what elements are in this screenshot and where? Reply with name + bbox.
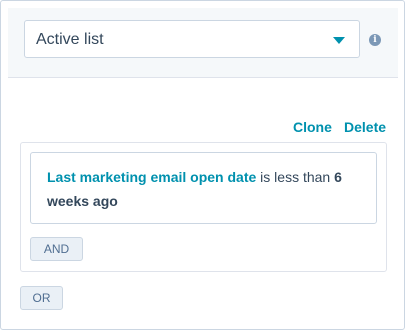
filter-value-unit: weeks ago <box>47 193 118 209</box>
filter-group: Last marketing email open date is less t… <box>20 142 387 272</box>
clone-link[interactable]: Clone <box>293 118 332 136</box>
filter-operator: is less than <box>256 169 335 185</box>
divider <box>8 77 398 78</box>
filter-condition-card[interactable]: Last marketing email open date is less t… <box>30 152 377 224</box>
list-type-value: Active list <box>36 31 104 48</box>
add-or-filter-button[interactable]: OR <box>20 286 63 310</box>
filter-value-number: 6 <box>334 169 342 185</box>
info-icon[interactable]: i <box>369 34 381 46</box>
filter-description: Last marketing email open date is less t… <box>47 165 347 213</box>
filter-property: Last marketing email open date <box>47 169 257 185</box>
list-type-dropdown[interactable]: Active list <box>24 20 360 58</box>
filter-panel: Active list i Clone Delete Last marketin… <box>0 0 405 330</box>
list-type-bar: Active list i <box>8 8 398 77</box>
add-and-filter-button[interactable]: AND <box>30 237 83 261</box>
chevron-down-icon <box>333 37 345 44</box>
delete-link[interactable]: Delete <box>344 118 386 136</box>
